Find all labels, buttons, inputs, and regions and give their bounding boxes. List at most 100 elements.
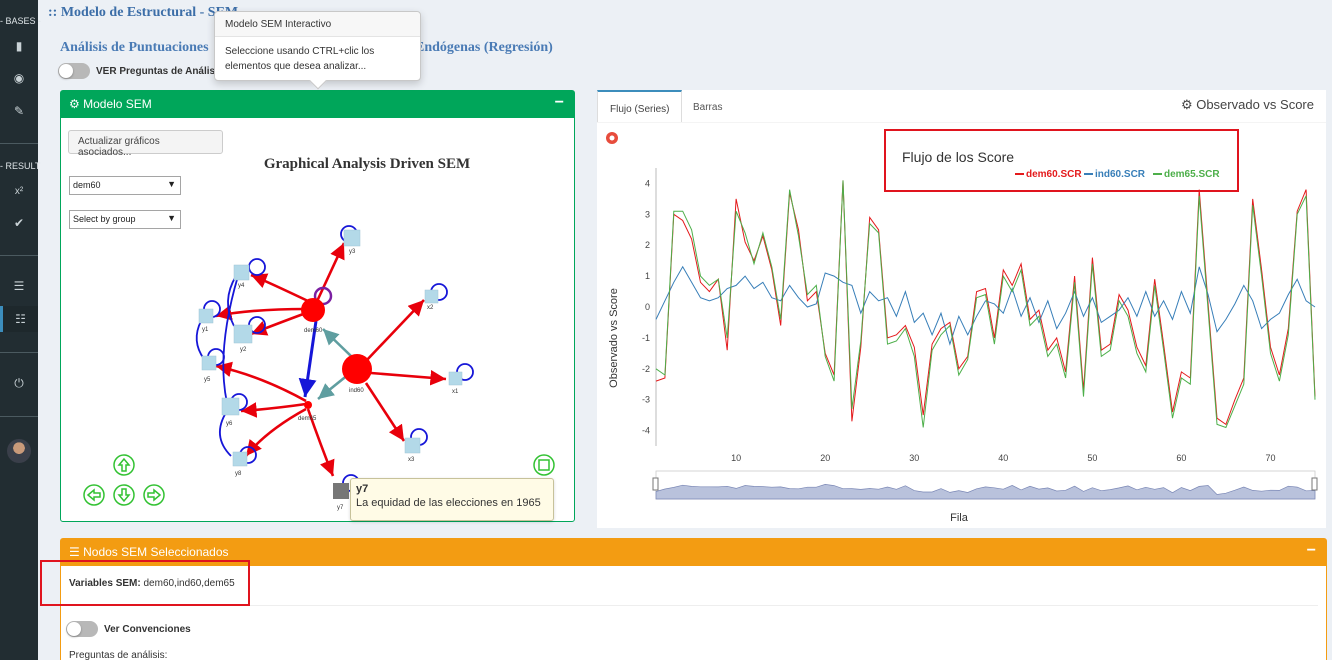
nodes-panel-title: Nodos SEM Seleccionados bbox=[83, 545, 229, 559]
page-title: :: Modelo de Estructural - SEM bbox=[48, 5, 239, 20]
edit-icon[interactable]: ✎ bbox=[0, 98, 38, 124]
sitemap-icon[interactable]: ☷ bbox=[0, 306, 38, 332]
chart-caption: ⚙ Observado vs Score bbox=[1181, 97, 1314, 113]
check-circle-icon[interactable]: ✔ bbox=[0, 210, 38, 236]
sem-model-panel: ⚙ Modelo SEM − Actualizar gráficos asoci… bbox=[60, 90, 575, 522]
database-icon[interactable]: ◉ bbox=[0, 65, 38, 91]
label-y1: y1 bbox=[202, 327, 209, 333]
sidebar-bases-label: - BASES - bbox=[0, 16, 42, 26]
node-y7[interactable] bbox=[333, 483, 349, 499]
nodes-minimize-button[interactable]: − bbox=[1307, 542, 1316, 560]
y-tick-label: 0 bbox=[645, 302, 650, 312]
slider-handle-left[interactable] bbox=[652, 477, 659, 491]
zoom-fit-button[interactable] bbox=[533, 454, 555, 476]
chart-caption-text: Observado vs Score bbox=[1196, 97, 1314, 112]
edge-ind60-x3[interactable] bbox=[364, 382, 406, 442]
cov-y6-y8[interactable] bbox=[219, 410, 232, 457]
y-tick-label: -3 bbox=[642, 395, 650, 405]
node-x1[interactable] bbox=[448, 371, 463, 386]
legend-item: dem60.SCR bbox=[1026, 169, 1082, 180]
pan-up-button[interactable] bbox=[113, 454, 135, 476]
y-tick-label: -2 bbox=[642, 364, 650, 374]
sem-variables-value: dem60,ind60,dem65 bbox=[143, 578, 235, 589]
sidebar-divider bbox=[0, 143, 38, 144]
tab-flujo-series[interactable]: Flujo (Series) bbox=[597, 90, 683, 123]
sidebar-divider bbox=[0, 352, 38, 353]
label-dem65: dem65 bbox=[298, 416, 317, 422]
node-y8[interactable] bbox=[232, 451, 248, 467]
edge-ind60-dem65[interactable] bbox=[317, 372, 350, 401]
node-x3[interactable] bbox=[404, 437, 421, 454]
page-subtitle: Análisis de Puntuaciones Endógenas (Regr… bbox=[60, 40, 553, 56]
slider-handle-right[interactable] bbox=[1311, 477, 1318, 491]
y-tick-label: -1 bbox=[642, 333, 650, 343]
list-icon[interactable]: ☰ bbox=[0, 273, 38, 299]
sem-variables-label: Variables SEM: bbox=[69, 578, 141, 589]
power-icon[interactable]: ⏻ bbox=[0, 370, 38, 396]
ver-preguntas-label: VER Preguntas de Análisis bbox=[96, 66, 224, 77]
y-tick-label: -4 bbox=[642, 426, 650, 436]
sidebar-divider bbox=[0, 255, 38, 256]
edge-ind60-x2[interactable] bbox=[365, 299, 425, 362]
x-tick-label: 10 bbox=[731, 453, 741, 463]
label-y6: y6 bbox=[226, 421, 233, 427]
x-axis-label: Fila bbox=[950, 512, 969, 524]
series-line-ind60.SCR[interactable] bbox=[655, 265, 1316, 346]
legend-item: dem65.SCR bbox=[1164, 169, 1220, 180]
subtitle-end: Endógenas (Regresión) bbox=[415, 40, 553, 55]
edge-dem65-y5[interactable] bbox=[215, 361, 307, 403]
node-y2[interactable] bbox=[233, 324, 253, 344]
series-line-dem60.SCR[interactable] bbox=[655, 180, 1316, 426]
sem-help-popover: Modelo SEM Interactivo Seleccione usando… bbox=[214, 11, 421, 90]
edge-dem65-y8[interactable] bbox=[244, 407, 307, 457]
pan-down-button[interactable] bbox=[113, 484, 135, 506]
legend-item: ind60.SCR bbox=[1095, 169, 1146, 180]
sem-variables-line: Variables SEM: dem60,ind60,dem65 bbox=[69, 578, 235, 589]
edge-dem65-y6[interactable] bbox=[240, 402, 307, 418]
node-ind60[interactable] bbox=[342, 354, 372, 384]
node-x2[interactable] bbox=[424, 289, 439, 304]
line-chart[interactable]: Flujo de los Score dem60.SCR ind60.SCR dem… bbox=[597, 123, 1326, 528]
sem-graph[interactable]: y3 y4 y1 y2 y5 y6 y8 y7 x2 x1 x3 dem60 i… bbox=[61, 91, 576, 523]
superscript-icon[interactable]: x² bbox=[0, 178, 38, 204]
x-tick-label: 30 bbox=[909, 453, 919, 463]
pan-right-button[interactable] bbox=[143, 484, 165, 506]
label-y3: y3 bbox=[349, 249, 356, 255]
export-icon[interactable] bbox=[606, 132, 618, 144]
label-x3: x3 bbox=[408, 457, 415, 463]
popover-title: Modelo SEM Interactivo bbox=[215, 12, 420, 37]
ver-convenciones-toggle[interactable] bbox=[66, 621, 98, 637]
node-dem65[interactable] bbox=[304, 401, 312, 409]
edge-dem60-y4[interactable] bbox=[250, 273, 309, 303]
chart-legend: dem60.SCR ind60.SCR dem65.SCR bbox=[1015, 169, 1220, 180]
y-tick-label: 1 bbox=[645, 271, 650, 281]
node-y1[interactable] bbox=[198, 308, 214, 324]
series-line-dem65.SCR[interactable] bbox=[655, 180, 1316, 429]
nodes-panel-header: ☰ Nodos SEM Seleccionados − bbox=[61, 539, 1326, 566]
node-y4[interactable] bbox=[233, 264, 250, 281]
label-y8: y8 bbox=[235, 471, 242, 477]
edge-dem60-y2[interactable] bbox=[250, 311, 307, 336]
label-x1: x1 bbox=[452, 389, 459, 395]
edge-ind60-x1[interactable] bbox=[370, 369, 447, 386]
label-y5: y5 bbox=[204, 377, 211, 383]
ver-preguntas-toggle[interactable] bbox=[58, 63, 90, 79]
tab-barras[interactable]: Barras bbox=[681, 90, 734, 123]
x-tick-label: 40 bbox=[998, 453, 1008, 463]
y-tick-label: 4 bbox=[645, 178, 650, 188]
gear-icon[interactable]: ⚙ bbox=[1181, 97, 1193, 112]
chart-panel: Flujo (Series) Barras ⚙ Observado vs Sco… bbox=[597, 90, 1326, 528]
pan-left-button[interactable] bbox=[83, 484, 105, 506]
x-tick-label: 60 bbox=[1176, 453, 1186, 463]
list-icon: ☰ bbox=[69, 545, 80, 559]
node-y5[interactable] bbox=[201, 355, 217, 371]
y-tick-label: 3 bbox=[645, 209, 650, 219]
avatar[interactable] bbox=[7, 439, 31, 463]
node-y3[interactable] bbox=[343, 229, 361, 247]
node-y6[interactable] bbox=[221, 397, 240, 416]
node-dem60[interactable] bbox=[301, 298, 325, 322]
book-icon[interactable]: ▮ bbox=[0, 33, 38, 59]
preguntas-label: Preguntas de análisis: bbox=[69, 650, 168, 660]
range-slider[interactable] bbox=[652, 470, 1318, 500]
edge-ind60-dem60[interactable] bbox=[322, 328, 352, 357]
